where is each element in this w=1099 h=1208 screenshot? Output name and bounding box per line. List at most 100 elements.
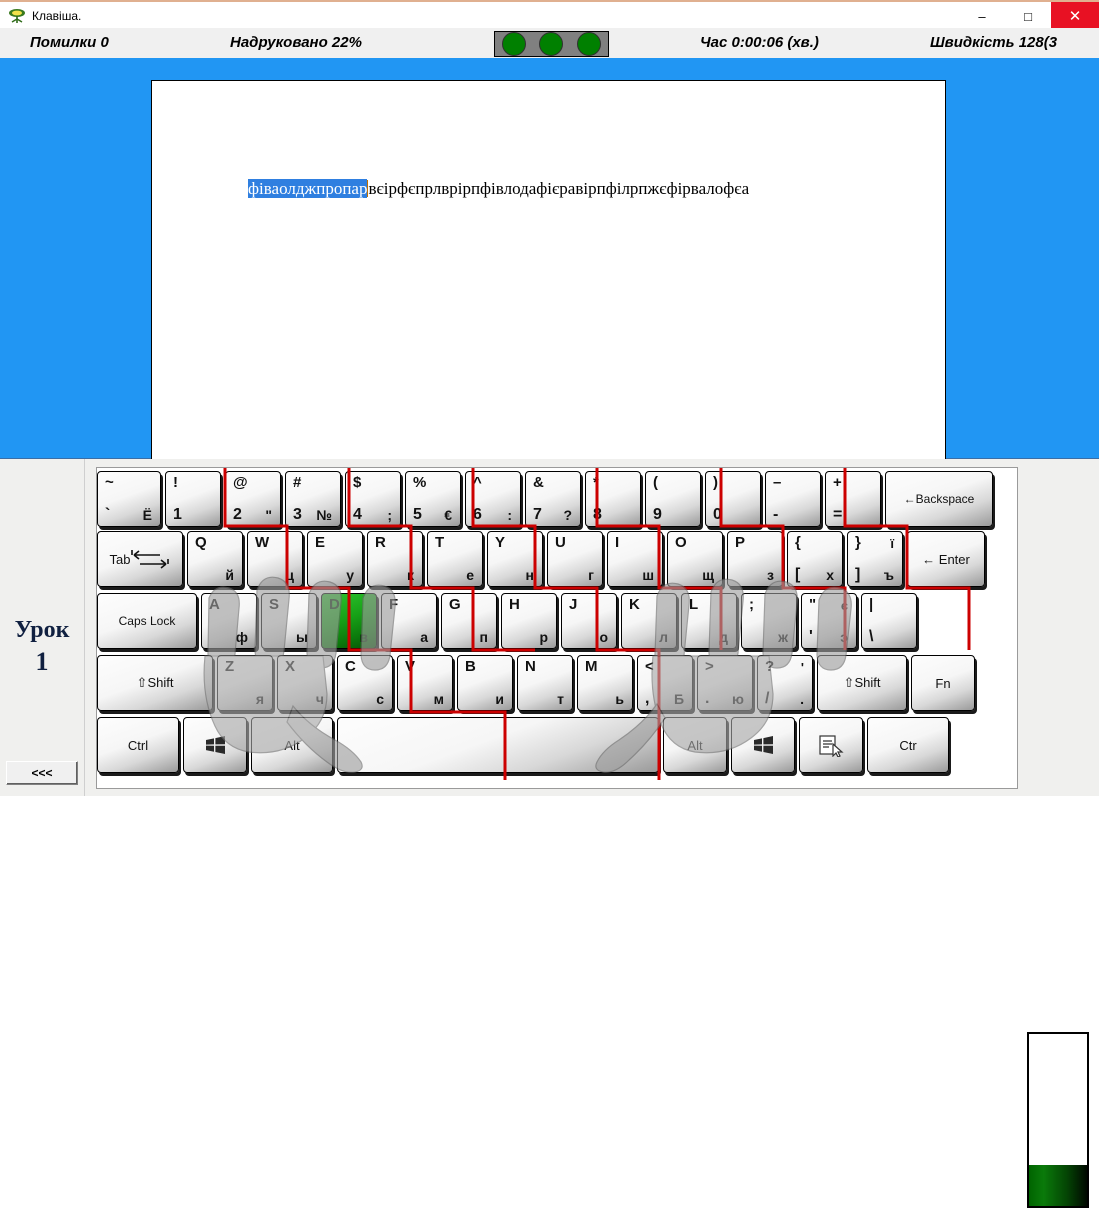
- key-9-shift-label: (: [653, 474, 658, 491]
- key-q[interactable]: Qй: [187, 531, 243, 587]
- key-comma[interactable]: <, Б: [637, 655, 693, 711]
- key-3[interactable]: #3 №: [285, 471, 341, 527]
- key-lalt-label: Alt: [284, 737, 300, 753]
- key-u[interactable]: Uг: [547, 531, 603, 587]
- key-c[interactable]: Cс: [337, 655, 393, 711]
- key-7-base-label: 7: [533, 506, 542, 523]
- key-y[interactable]: Yн: [487, 531, 543, 587]
- key-x[interactable]: Xч: [277, 655, 333, 711]
- key-8[interactable]: * 8: [585, 471, 641, 527]
- key-5-base-label: 5: [413, 506, 422, 523]
- key-r[interactable]: Rк: [367, 531, 423, 587]
- close-button[interactable]: ✕: [1051, 2, 1099, 30]
- key-lctrl[interactable]: Ctrl: [97, 717, 179, 773]
- key-a[interactable]: Aф: [201, 593, 257, 649]
- key-2[interactable]: @2 ": [225, 471, 281, 527]
- key-c-shift-label: C: [345, 658, 356, 675]
- key-semicolon[interactable]: ; ж: [741, 593, 797, 649]
- key-p[interactable]: Pз: [727, 531, 783, 587]
- keyboard-row-bottom: Ctrl Alt Alt Ctr: [97, 717, 953, 773]
- key-l[interactable]: Lд: [681, 593, 737, 649]
- typing-paper[interactable]: фіваолджпропарвєірфєпрлврірпфівлодафієра…: [151, 80, 946, 460]
- key-d[interactable]: Dв: [321, 593, 377, 649]
- key-v[interactable]: Vм: [397, 655, 453, 711]
- key-lbracket-base-label: [: [795, 566, 801, 583]
- key-equal[interactable]: + =: [825, 471, 881, 527]
- key-1[interactable]: ! 1: [165, 471, 221, 527]
- key-4[interactable]: $4;: [345, 471, 401, 527]
- key-lwin[interactable]: [183, 717, 247, 773]
- key-b[interactable]: Bи: [457, 655, 513, 711]
- key-f-alt-base-label: а: [420, 629, 428, 645]
- key-lbracket[interactable]: {[х: [787, 531, 843, 587]
- key-4-alt-base-label: ;: [387, 507, 392, 523]
- key-7[interactable]: & 7?: [525, 471, 581, 527]
- key-period[interactable]: >. ю: [697, 655, 753, 711]
- key-slash-shift-label: ?: [765, 658, 775, 675]
- key-m[interactable]: Mь: [577, 655, 633, 711]
- key-backspace[interactable]: ←Backspace: [885, 471, 993, 527]
- key-ralt[interactable]: Alt: [663, 717, 727, 773]
- key-z[interactable]: Zя: [217, 655, 273, 711]
- virtual-keyboard[interactable]: ~ ` Ё! 1 @2 " #3 № $4;% 5 € ^ 6: & 7? * 8(9) 0– - + = ←Backsp…: [96, 467, 1018, 789]
- lesson-panel: Урок 1 <<<: [0, 459, 85, 796]
- key-w[interactable]: Wц: [247, 531, 303, 587]
- key-f[interactable]: Fа: [381, 593, 437, 649]
- key-m-shift-label: M: [585, 658, 598, 675]
- key-7-shift-label: &: [533, 474, 544, 491]
- key-quote-base-label: ': [809, 628, 813, 645]
- key-0[interactable]: ) 0: [705, 471, 761, 527]
- key-tab-label: Tab: [98, 532, 182, 586]
- key-0-shift-label: ): [713, 474, 718, 491]
- indicator-light-3: [577, 32, 602, 56]
- key-enter[interactable]: ← Enter: [907, 531, 985, 587]
- key-j-alt-base-label: о: [599, 629, 608, 645]
- key-j[interactable]: Jо: [561, 593, 617, 649]
- key-6[interactable]: ^ 6:: [465, 471, 521, 527]
- key-1-base-label: 1: [173, 506, 182, 523]
- key-lshift[interactable]: ⇧Shift: [97, 655, 213, 711]
- key-9[interactable]: (9: [645, 471, 701, 527]
- key-g[interactable]: Gп: [441, 593, 497, 649]
- key-l-shift-label: L: [689, 596, 699, 613]
- key-c-alt-base-label: с: [376, 691, 384, 707]
- minimize-button[interactable]: –: [959, 2, 1005, 30]
- key-rshift[interactable]: ⇧Shift: [817, 655, 907, 711]
- key-n[interactable]: Nт: [517, 655, 573, 711]
- previous-lesson-button[interactable]: <<<: [6, 761, 78, 785]
- keyboard-row-home: Caps Lock Aф Sы Dв Fа Gп Hр Jо Kл Lд; ж " ' є э | \: [97, 593, 921, 649]
- key-e[interactable]: Eу: [307, 531, 363, 587]
- maximize-button[interactable]: □: [1005, 2, 1051, 30]
- key-w-shift-label: W: [255, 534, 270, 551]
- key-tab[interactable]: Tab: [97, 531, 183, 587]
- windows-logo-icon: [206, 736, 225, 754]
- key-menu[interactable]: [799, 717, 863, 773]
- key-minus[interactable]: – -: [765, 471, 821, 527]
- key-5-alt-base-label: €: [444, 507, 452, 523]
- key-space[interactable]: [337, 717, 659, 773]
- key-lalt[interactable]: Alt: [251, 717, 333, 773]
- key-backquote[interactable]: ~ ` Ё: [97, 471, 161, 527]
- key-period-base-label: .: [705, 690, 710, 707]
- key-slash[interactable]: ? / '.: [757, 655, 813, 711]
- key-space-label: [338, 718, 658, 772]
- key-t-shift-label: T: [435, 534, 445, 551]
- key-3-base-label: 3: [293, 506, 302, 523]
- key-k[interactable]: Kл: [621, 593, 677, 649]
- key-w-alt-base-label: ц: [285, 567, 294, 583]
- key-o[interactable]: Oщ: [667, 531, 723, 587]
- key-rctrl[interactable]: Ctr: [867, 717, 949, 773]
- key-quote[interactable]: " ' є э: [801, 593, 857, 649]
- key-t[interactable]: Tе: [427, 531, 483, 587]
- exercise-text: фіваолджпропарвєірфєпрлврірпфівлодафієра…: [248, 179, 749, 199]
- key-i[interactable]: Iш: [607, 531, 663, 587]
- key-s[interactable]: Sы: [261, 593, 317, 649]
- key-g-shift-label: G: [449, 596, 461, 613]
- key-capslock[interactable]: Caps Lock: [97, 593, 197, 649]
- key-rwin[interactable]: [731, 717, 795, 773]
- key-h[interactable]: Hр: [501, 593, 557, 649]
- key-5[interactable]: % 5 €: [405, 471, 461, 527]
- key-rbracket[interactable]: }] ї ъ: [847, 531, 903, 587]
- key-fn[interactable]: Fn: [911, 655, 975, 711]
- key-backslash[interactable]: | \: [861, 593, 917, 649]
